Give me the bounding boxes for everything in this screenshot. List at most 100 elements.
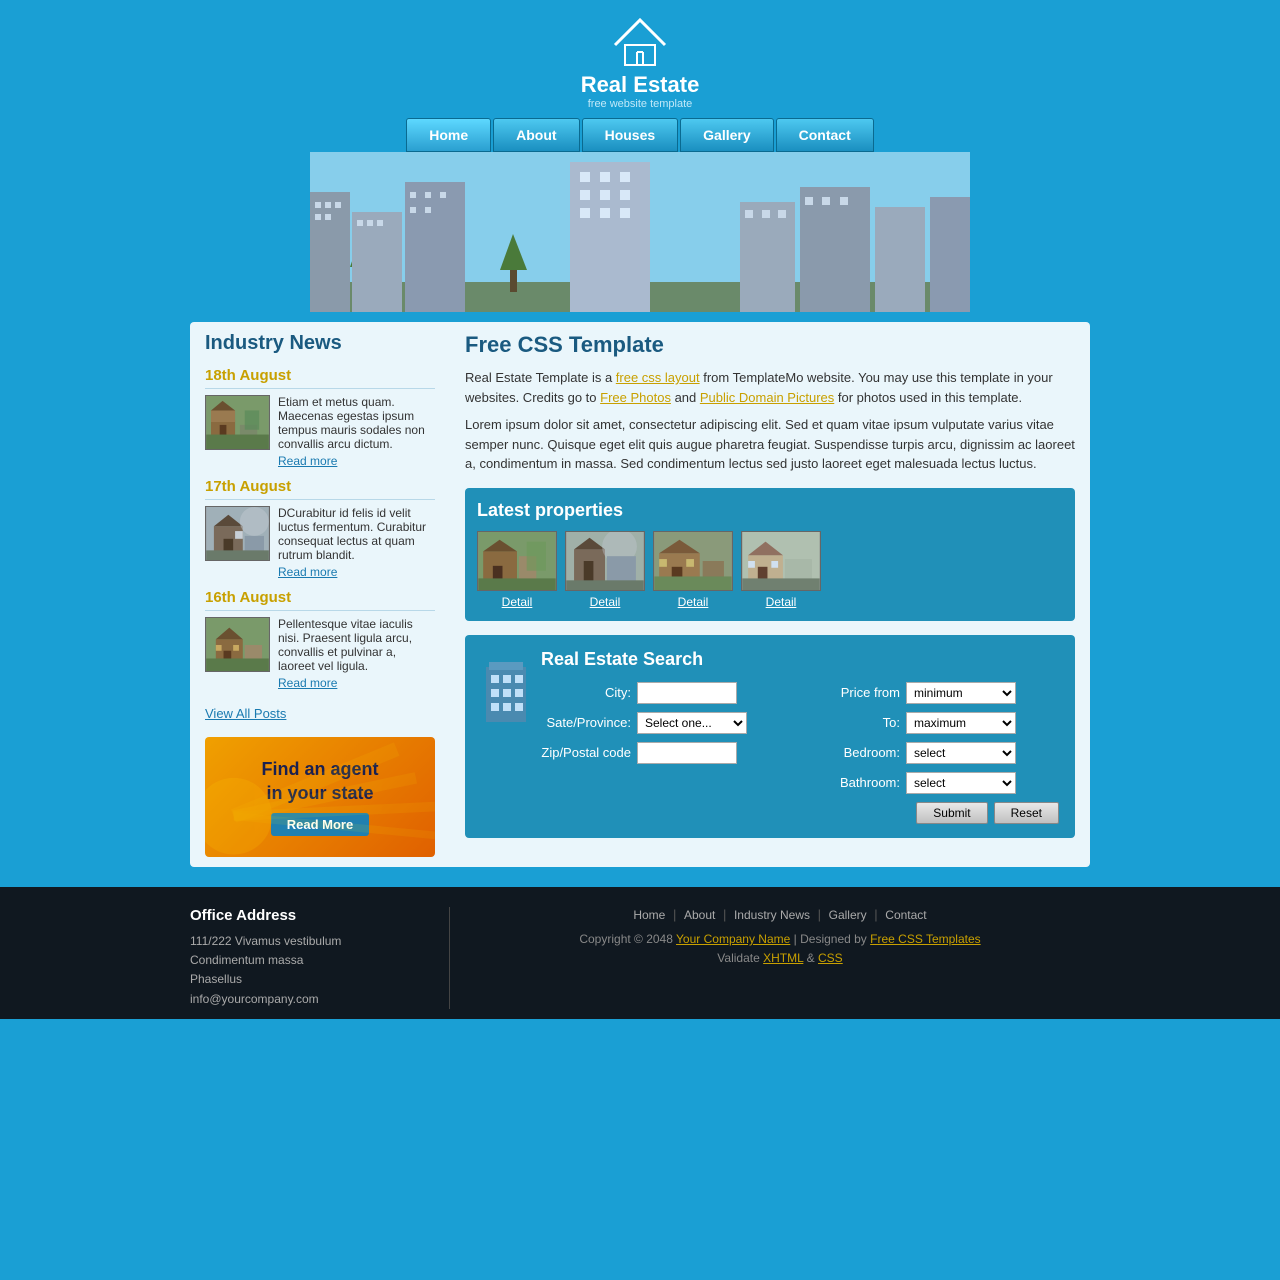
search-box: Real Estate Search City: Sate/Province: … — [465, 635, 1075, 838]
site-logo: Real Estate free website template — [581, 10, 700, 110]
link-public-domain[interactable]: Public Domain Pictures — [700, 390, 834, 405]
main-title: Free CSS Template — [465, 332, 1075, 358]
search-building-icon — [481, 649, 541, 824]
state-row: Sate/Province: Select one... Alabama Ala… — [541, 712, 790, 734]
price-to-select[interactable]: maximum 200,000 300,000 500,000 1,000,00… — [906, 712, 1016, 734]
news-text-2: DCurabitur id felis id velit luctus ferm… — [278, 506, 426, 562]
main-nav: Home About Houses Gallery Contact — [406, 118, 874, 152]
property-item-4: Detail — [741, 531, 821, 609]
read-more-1[interactable]: Read more — [278, 454, 435, 468]
footer-nav: Home | About | Industry News | Gallery |… — [470, 907, 1090, 922]
bathroom-label: Bathroom: — [810, 775, 900, 790]
latest-properties: Latest properties — [465, 488, 1075, 621]
bedroom-label: Bedroom: — [810, 745, 900, 760]
nav-gallery[interactable]: Gallery — [680, 118, 773, 152]
agent-banner: Find an agent in your state Read More — [205, 737, 435, 857]
bedroom-row: Bedroom: select 1 2 3 4 5+ — [810, 742, 1059, 764]
link-free-photos[interactable]: Free Photos — [600, 390, 671, 405]
property-item-3: Detail — [653, 531, 733, 609]
nav-about[interactable]: About — [493, 118, 579, 152]
intro-paragraph-2: Lorem ipsum dolor sit amet, consectetur … — [465, 415, 1075, 474]
nav-contact[interactable]: Contact — [776, 118, 874, 152]
search-form: City: Sate/Province: Select one... Alaba… — [541, 682, 1059, 824]
logo-subtitle: free website template — [581, 98, 700, 110]
property-detail-2[interactable]: Detail — [590, 595, 621, 609]
address-title: Office Address — [190, 907, 434, 924]
property-thumb-4 — [741, 531, 821, 591]
search-left-fields: City: Sate/Province: Select one... Alaba… — [541, 682, 790, 824]
properties-grid: Detail — [477, 531, 1063, 609]
right-column: Free CSS Template Real Estate Template i… — [450, 322, 1090, 867]
footer-inner: Office Address 111/222 Vivamus vestibulu… — [190, 907, 1090, 1009]
read-more-3[interactable]: Read more — [278, 676, 435, 690]
news-date-2: 17th August — [205, 478, 435, 500]
footer-nav-contact[interactable]: Contact — [885, 908, 926, 922]
price-from-row: Price from minimum 100,000 200,000 300,0… — [810, 682, 1059, 704]
news-item-1: Etiam et metus quam. Maecenas egestas ip… — [205, 395, 435, 468]
link-free-css[interactable]: free css layout — [616, 370, 700, 385]
footer-nav-about[interactable]: About — [684, 908, 715, 922]
news-thumb-2 — [205, 506, 270, 561]
footer-xhtml-link[interactable]: XHTML — [763, 951, 803, 965]
intro-paragraph-1: Real Estate Template is a free css layou… — [465, 368, 1075, 407]
view-all-posts[interactable]: View All Posts — [205, 706, 286, 721]
property-thumb-2 — [565, 531, 645, 591]
address-lines: 111/222 Vivamus vestibulum Condimentum m… — [190, 932, 434, 1009]
state-label: Sate/Province: — [541, 715, 631, 730]
logo-title: Real Estate — [581, 72, 700, 98]
footer-copyright: Copyright © 2048 Your Company Name | Des… — [470, 930, 1090, 968]
state-select[interactable]: Select one... Alabama Alaska Arizona Cal… — [637, 712, 747, 734]
news-date-3: 16th August — [205, 589, 435, 611]
property-item-2: Detail — [565, 531, 645, 609]
property-detail-3[interactable]: Detail — [678, 595, 709, 609]
zip-label: Zip/Postal code — [541, 745, 631, 760]
footer-address: Office Address 111/222 Vivamus vestibulu… — [190, 907, 450, 1009]
news-text-3: Pellentesque vitae iaculis nisi. Praesen… — [278, 617, 413, 673]
hero-image — [310, 152, 970, 312]
footer-nav-gallery[interactable]: Gallery — [829, 908, 867, 922]
left-column: Industry News 18th August — [190, 322, 450, 867]
city-label: City: — [541, 685, 631, 700]
bedroom-select[interactable]: select 1 2 3 4 5+ — [906, 742, 1016, 764]
search-title: Real Estate Search — [541, 649, 1059, 670]
price-from-select[interactable]: minimum 100,000 200,000 300,000 500,000 — [906, 682, 1016, 704]
footer: Office Address 111/222 Vivamus vestibulu… — [0, 887, 1280, 1019]
bathroom-select[interactable]: select 1 2 3 4+ — [906, 772, 1016, 794]
zip-row: Zip/Postal code — [541, 742, 790, 764]
property-thumb-1 — [477, 531, 557, 591]
property-thumb-3 — [653, 531, 733, 591]
news-item-3: Pellentesque vitae iaculis nisi. Praesen… — [205, 617, 435, 690]
news-item-2: DCurabitur id felis id velit luctus ferm… — [205, 506, 435, 579]
content-area: Industry News 18th August — [190, 322, 1090, 867]
city-row: City: — [541, 682, 790, 704]
footer-company-link[interactable]: Your Company Name — [676, 932, 790, 946]
footer-css-link[interactable]: CSS — [818, 951, 843, 965]
bathroom-row: Bathroom: select 1 2 3 4+ — [810, 772, 1059, 794]
search-content: Real Estate Search City: Sate/Province: … — [541, 649, 1059, 824]
news-thumb-3 — [205, 617, 270, 672]
search-right-fields: Price from minimum 100,000 200,000 300,0… — [810, 682, 1059, 824]
properties-title: Latest properties — [477, 500, 1063, 521]
form-buttons: Submit Reset — [810, 802, 1059, 824]
read-more-2[interactable]: Read more — [278, 565, 435, 579]
price-to-label: To: — [810, 715, 900, 730]
footer-nav-home[interactable]: Home — [633, 908, 665, 922]
price-to-row: To: maximum 200,000 300,000 500,000 1,00… — [810, 712, 1059, 734]
reset-button[interactable]: Reset — [994, 802, 1059, 824]
news-thumb-1 — [205, 395, 270, 450]
footer-right: Home | About | Industry News | Gallery |… — [450, 907, 1090, 1009]
zip-input[interactable] — [637, 742, 737, 764]
news-title: Industry News — [205, 332, 435, 355]
nav-home[interactable]: Home — [406, 118, 491, 152]
property-detail-4[interactable]: Detail — [766, 595, 797, 609]
news-text-1: Etiam et metus quam. Maecenas egestas ip… — [278, 395, 425, 451]
news-date-1: 18th August — [205, 367, 435, 389]
nav-houses[interactable]: Houses — [582, 118, 679, 152]
price-from-label: Price from — [810, 685, 900, 700]
property-item-1: Detail — [477, 531, 557, 609]
city-input[interactable] — [637, 682, 737, 704]
property-detail-1[interactable]: Detail — [502, 595, 533, 609]
footer-designer-link[interactable]: Free CSS Templates — [870, 932, 981, 946]
submit-button[interactable]: Submit — [916, 802, 987, 824]
footer-nav-industry-news[interactable]: Industry News — [734, 908, 810, 922]
